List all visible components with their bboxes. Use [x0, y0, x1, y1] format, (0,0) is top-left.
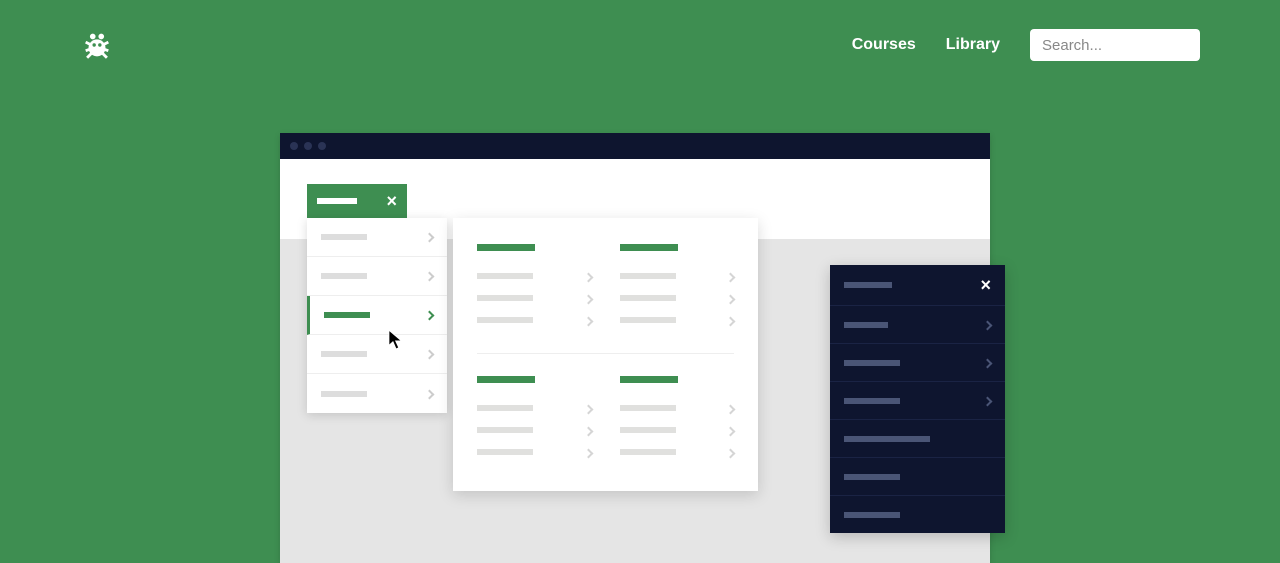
menu-item[interactable] [307, 257, 447, 296]
nav-right: Courses Library [852, 29, 1200, 61]
chevron-right-icon [727, 290, 734, 306]
menu-trigger[interactable]: × [307, 184, 407, 218]
dark-panel: × [830, 265, 1005, 533]
nav-link-library[interactable]: Library [946, 36, 1000, 54]
window-dot-icon [290, 142, 298, 150]
placeholder-bar [317, 198, 357, 204]
mega-item[interactable] [477, 287, 592, 309]
placeholder-bar [477, 405, 533, 411]
menu-item[interactable] [307, 218, 447, 257]
dark-item[interactable] [830, 381, 1005, 419]
bug-logo-icon [80, 28, 114, 62]
chevron-right-icon [585, 422, 592, 438]
close-icon[interactable]: × [386, 191, 397, 212]
mega-item[interactable] [477, 419, 592, 441]
mega-column [477, 244, 592, 331]
chevron-right-icon [727, 312, 734, 328]
mega-row [477, 376, 734, 463]
mega-item[interactable] [620, 287, 735, 309]
chevron-right-icon [426, 267, 433, 285]
mega-menu [453, 218, 758, 491]
mega-item[interactable] [620, 397, 735, 419]
dark-item[interactable] [830, 343, 1005, 381]
chevron-right-icon [426, 306, 433, 324]
mega-item[interactable] [477, 397, 592, 419]
placeholder-bar [844, 360, 900, 366]
dark-panel-header: × [830, 265, 1005, 305]
mega-row [477, 244, 734, 331]
dark-item[interactable] [830, 419, 1005, 457]
placeholder-bar [477, 273, 533, 279]
chevron-right-icon [984, 316, 991, 334]
placeholder-bar [844, 398, 900, 404]
mega-item[interactable] [620, 419, 735, 441]
placeholder-bar [477, 427, 533, 433]
chevron-right-icon [984, 392, 991, 410]
dark-item[interactable] [830, 457, 1005, 495]
placeholder-bar [477, 449, 533, 455]
chevron-right-icon [727, 400, 734, 416]
chevron-right-icon [727, 422, 734, 438]
window-dot-icon [318, 142, 326, 150]
chevron-right-icon [426, 345, 433, 363]
menu-item-active[interactable] [307, 296, 447, 335]
column-heading-bar [620, 244, 678, 251]
nav-link-courses[interactable]: Courses [852, 36, 916, 54]
chevron-right-icon [984, 354, 991, 372]
chevron-right-icon [426, 228, 433, 246]
placeholder-bar [620, 273, 676, 279]
placeholder-bar [620, 427, 676, 433]
placeholder-bar [620, 317, 676, 323]
placeholder-bar [321, 391, 367, 397]
mega-column [477, 376, 592, 463]
chevron-right-icon [727, 444, 734, 460]
divider [477, 353, 734, 354]
placeholder-bar [321, 351, 367, 357]
column-heading-bar [477, 376, 535, 383]
column-heading-bar [477, 244, 535, 251]
mega-column [620, 376, 735, 463]
placeholder-bar [620, 449, 676, 455]
chevron-right-icon [585, 290, 592, 306]
window-titlebar [280, 133, 990, 159]
search-input[interactable] [1030, 29, 1200, 61]
mega-column [620, 244, 735, 331]
placeholder-bar [477, 317, 533, 323]
dark-item[interactable] [830, 495, 1005, 533]
placeholder-bar [620, 405, 676, 411]
placeholder-bar [844, 512, 900, 518]
chevron-right-icon [585, 444, 592, 460]
top-nav: Courses Library [0, 0, 1280, 90]
placeholder-bar [477, 295, 533, 301]
close-icon[interactable]: × [980, 275, 991, 296]
chevron-right-icon [585, 312, 592, 328]
chevron-right-icon [727, 268, 734, 284]
chevron-right-icon [585, 400, 592, 416]
placeholder-bar [620, 295, 676, 301]
menu-item[interactable] [307, 374, 447, 413]
placeholder-bar [844, 282, 892, 288]
placeholder-bar [321, 273, 367, 279]
chevron-right-icon [426, 385, 433, 403]
placeholder-bar [844, 322, 888, 328]
mega-item[interactable] [620, 441, 735, 463]
mega-item[interactable] [477, 441, 592, 463]
mega-item[interactable] [477, 265, 592, 287]
window-dot-icon [304, 142, 312, 150]
mega-item[interactable] [477, 309, 592, 331]
placeholder-bar [844, 474, 900, 480]
menu-item[interactable] [307, 335, 447, 374]
dropdown-menu [307, 218, 447, 413]
dark-item[interactable] [830, 305, 1005, 343]
chevron-right-icon [585, 268, 592, 284]
placeholder-bar [844, 436, 930, 442]
mega-item[interactable] [620, 309, 735, 331]
column-heading-bar [620, 376, 678, 383]
placeholder-bar [321, 234, 367, 240]
mega-item[interactable] [620, 265, 735, 287]
placeholder-bar [324, 312, 370, 318]
